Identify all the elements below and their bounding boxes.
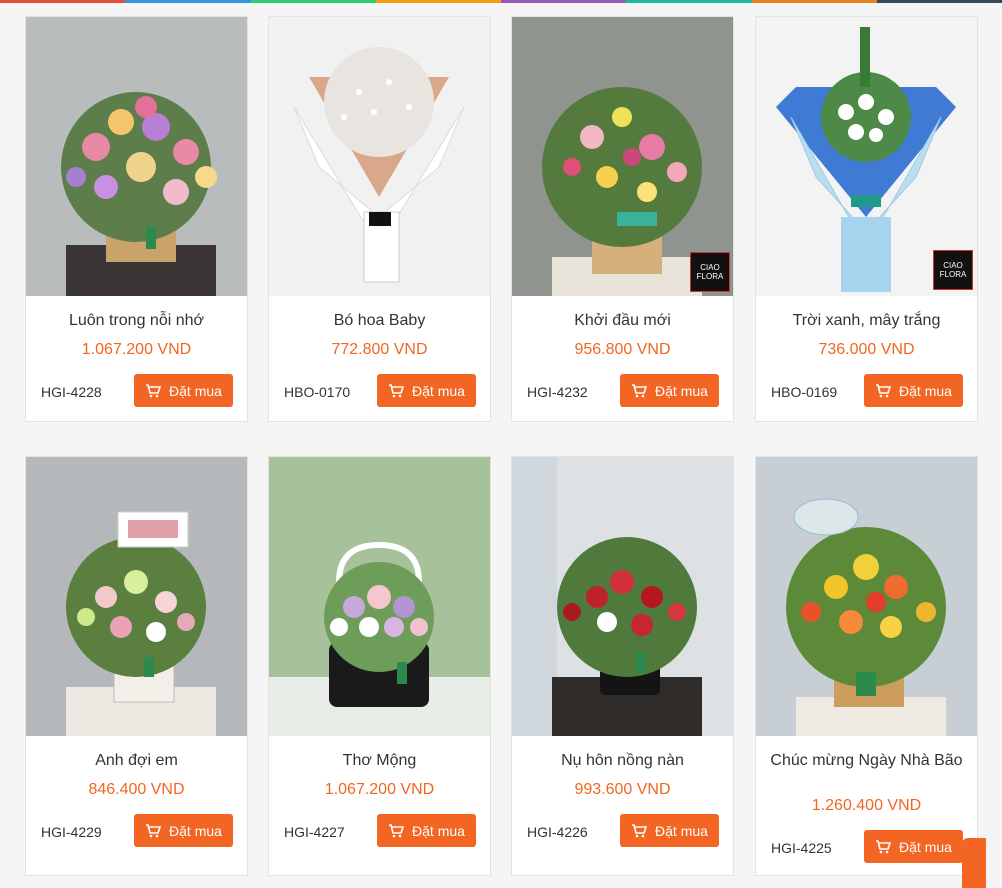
product-name[interactable]: Trời xanh, mây trắng: [762, 313, 971, 329]
product-image[interactable]: [269, 457, 490, 736]
floating-tab-button[interactable]: [962, 838, 986, 888]
buy-button-label: Đặt mua: [412, 822, 465, 839]
brand-badge: CIAO FLORA: [690, 252, 730, 292]
product-price: 772.800 VND: [331, 341, 428, 358]
product-name[interactable]: Nụ hôn nồng nàn: [518, 753, 727, 769]
product-sku: HGI-4226: [527, 824, 588, 840]
product-card[interactable]: Nụ hôn nồng nàn 993.600 VND HGI-4226 Đặt…: [511, 456, 734, 876]
product-price: 1.067.200 VND: [81, 341, 192, 358]
product-sku: HBO-0169: [771, 384, 838, 400]
buy-button-label: Đặt mua: [412, 382, 465, 399]
product-price: 846.400 VND: [88, 781, 185, 798]
buy-button-label: Đặt mua: [899, 382, 952, 399]
product-name[interactable]: Chúc mừng Ngày Nhà Bão: [762, 753, 971, 769]
product-price: 1.067.200 VND: [324, 781, 435, 798]
product-card[interactable]: Chúc mừng Ngày Nhà Bão 1.260.400 VND HGI…: [755, 456, 978, 876]
product-image[interactable]: [756, 457, 977, 736]
cart-icon: [389, 823, 405, 837]
buy-button-label: Đặt mua: [655, 822, 708, 839]
product-sku: HGI-4232: [527, 384, 588, 400]
product-sku: HGI-4228: [41, 384, 102, 400]
product-sku: HBO-0170: [284, 384, 351, 400]
top-color-strip: [0, 0, 1002, 3]
buy-button[interactable]: Đặt mua: [864, 374, 963, 407]
product-image[interactable]: CIAO FLORA: [512, 17, 733, 296]
product-card[interactable]: Luôn trong nỗi nhớ 1.067.200 VND HGI-422…: [25, 16, 248, 422]
cart-icon: [146, 383, 162, 397]
product-sku: HGI-4227: [284, 824, 345, 840]
cart-icon: [876, 383, 892, 397]
product-card[interactable]: CIAO FLORA Khởi đầu mới 956.800 VND HGI-…: [511, 16, 734, 422]
buy-button[interactable]: Đặt mua: [620, 814, 719, 847]
cart-icon: [632, 383, 648, 397]
product-price: 1.260.400 VND: [811, 797, 922, 814]
buy-button[interactable]: Đặt mua: [377, 814, 476, 847]
buy-button-label: Đặt mua: [655, 382, 708, 399]
product-price: 736.000 VND: [818, 341, 915, 358]
buy-button[interactable]: Đặt mua: [620, 374, 719, 407]
product-sku: HGI-4225: [771, 840, 832, 856]
cart-icon: [876, 839, 892, 853]
product-image[interactable]: [512, 457, 733, 736]
product-image[interactable]: [269, 17, 490, 296]
product-image[interactable]: [26, 17, 247, 296]
buy-button[interactable]: Đặt mua: [134, 814, 233, 847]
product-name[interactable]: Luôn trong nỗi nhớ: [32, 313, 241, 329]
product-name[interactable]: Thơ Mộng: [275, 753, 484, 769]
cart-icon: [146, 823, 162, 837]
product-name[interactable]: Anh đợi em: [32, 753, 241, 769]
product-card[interactable]: Anh đợi em 846.400 VND HGI-4229 Đặt mua: [25, 456, 248, 876]
badge-line-2: FLORA: [696, 272, 724, 281]
product-image[interactable]: [26, 457, 247, 736]
product-card[interactable]: CIAO FLORA Trời xanh, mây trắng 736.000 …: [755, 16, 978, 422]
product-price: 956.800 VND: [574, 341, 671, 358]
badge-line-2: FLORA: [939, 270, 967, 279]
badge-line-1: CIAO: [700, 263, 720, 272]
buy-button[interactable]: Đặt mua: [134, 374, 233, 407]
product-price: 993.600 VND: [574, 781, 671, 798]
product-card[interactable]: Thơ Mộng 1.067.200 VND HGI-4227 Đặt mua: [268, 456, 491, 876]
product-name[interactable]: Bó hoa Baby: [275, 313, 484, 329]
buy-button-label: Đặt mua: [899, 838, 952, 855]
buy-button[interactable]: Đặt mua: [864, 830, 963, 863]
badge-line-1: CIAO: [943, 261, 963, 270]
product-image[interactable]: CIAO FLORA: [756, 17, 977, 296]
product-card[interactable]: Bó hoa Baby 772.800 VND HBO-0170 Đặt mua: [268, 16, 491, 422]
brand-badge: CIAO FLORA: [933, 250, 973, 290]
product-name[interactable]: Khởi đầu mới: [518, 313, 727, 329]
product-sku: HGI-4229: [41, 824, 102, 840]
cart-icon: [632, 823, 648, 837]
buy-button[interactable]: Đặt mua: [377, 374, 476, 407]
buy-button-label: Đặt mua: [169, 382, 222, 399]
cart-icon: [389, 383, 405, 397]
buy-button-label: Đặt mua: [169, 822, 222, 839]
